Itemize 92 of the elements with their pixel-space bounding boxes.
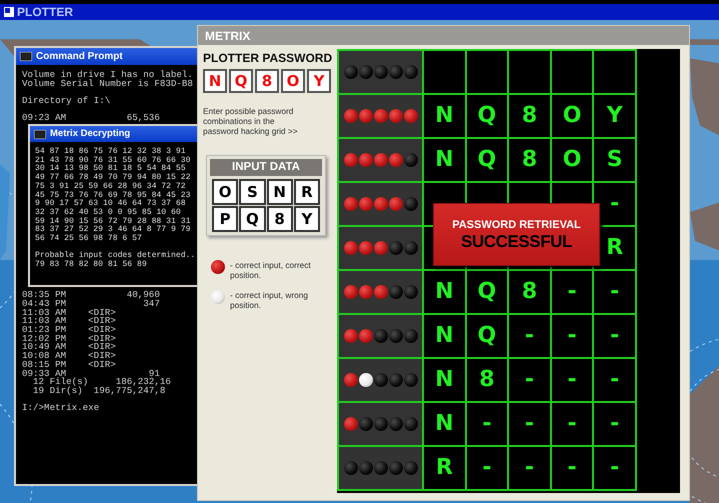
legend-text: - correct input, wrong position. <box>230 290 309 310</box>
console-line: Volume Serial Number is F83D-B8 <box>22 80 193 88</box>
input-key[interactable]: 8 <box>266 206 293 232</box>
console-icon <box>34 130 46 138</box>
console-line: Directory of I:\ <box>22 97 110 106</box>
grid-cell: - <box>593 358 636 402</box>
console-line: 11:03 AM <DIR> <box>22 317 116 326</box>
grid-cell: S <box>593 138 636 182</box>
console-line: Probable input codes determined.. <box>35 252 196 260</box>
console-line: 79 83 78 82 80 81 56 89 <box>35 261 147 270</box>
grid-cell: N <box>423 314 466 358</box>
grid-cell: - <box>593 314 636 358</box>
grid-cell: Q <box>466 138 508 182</box>
grid-cell: - <box>550 446 594 490</box>
grid-cell: - <box>508 402 551 446</box>
input-key[interactable]: S <box>239 179 266 205</box>
grid-cell: Q <box>466 94 508 138</box>
panel-title: METRIX <box>205 30 250 42</box>
password-character: Q <box>229 69 253 93</box>
instructions-text: Enter possible password combinations in the password hacking grid >> <box>203 106 299 136</box>
console-line: 32 37 62 40 53 0 0 95 85 10 60 <box>35 208 181 218</box>
input-key[interactable]: P <box>212 206 238 232</box>
console-line: 09:23 AM 65,536 <box>22 114 160 124</box>
input-key[interactable]: N <box>266 179 293 205</box>
password-character: 8 <box>255 69 279 93</box>
console-line: 11:03 AM <DIR> <box>22 308 116 318</box>
input-key[interactable]: Y <box>294 206 320 232</box>
grid-cell: - <box>508 446 551 490</box>
console-line: 09:33 AM 91 <box>22 370 160 378</box>
banner-title: PASSWORD RETRIEVAL <box>452 220 581 230</box>
grid-cell: O <box>550 94 594 138</box>
input-key[interactable]: O <box>212 179 238 205</box>
grid-cell: - <box>508 358 551 402</box>
grid-cell: 8 <box>508 94 551 138</box>
console-line: 04:43 PM 347 <box>22 300 160 309</box>
grid-cell: - <box>550 358 594 402</box>
grid-cell: Y <box>593 94 636 138</box>
grid-cell: - <box>593 270 636 314</box>
grid-cell: 8 <box>508 270 551 314</box>
grid-cell: N <box>423 270 466 314</box>
console-line: 56 74 25 56 98 78 6 57 <box>35 235 142 244</box>
window-title: Metrix Decrypting <box>50 129 130 139</box>
console-line: 9 90 17 57 63 10 46 64 73 37 68 <box>35 200 186 208</box>
grid-cell: N <box>423 358 466 402</box>
grid-cell: 8 <box>508 138 551 182</box>
input-key[interactable]: R <box>294 179 320 205</box>
password-character: N <box>203 69 227 93</box>
legend-text: - correct input, correct position. <box>230 260 312 280</box>
grid-cell: O <box>550 138 594 182</box>
window-title: Command Prompt <box>36 52 123 62</box>
console-line: 45 75 73 76 76 69 78 95 84 45 23 <box>35 192 190 200</box>
console-line: 01:23 PM <DIR> <box>22 326 116 335</box>
grid-cell: Q <box>466 270 508 314</box>
window-icon <box>4 7 14 17</box>
grid-cell: - <box>593 402 636 446</box>
grid-cell: - <box>550 314 594 358</box>
banner-status: SUCCESSFUL <box>461 232 572 250</box>
console-line: 12 File(s) 186,232,16 <box>33 378 171 387</box>
grid-cell: - <box>466 402 508 446</box>
console-line: 59 14 90 15 56 72 79 28 88 31 31 <box>35 218 190 226</box>
password-character: O <box>281 69 305 93</box>
console-line: 08:15 PM <DIR> <box>22 360 116 370</box>
console-line: 10:08 AM <DIR> <box>22 352 116 361</box>
grid-cell: N <box>423 138 466 182</box>
console-line: 49 77 66 78 49 70 79 94 80 15 22 <box>35 174 190 182</box>
password-label: PLOTTER PASSWORD <box>203 51 332 65</box>
console-line: 30 14 13 98 50 81 18 5 54 84 55 <box>35 165 186 174</box>
console-line: I:/>Metrix.exe <box>22 404 100 414</box>
console-line: 83 37 27 52 29 3 46 64 8 77 9 79 <box>35 226 190 234</box>
console-line: Volume in drive I has no label. <box>22 71 193 80</box>
console-line: 12:02 PM <DIR> <box>22 334 116 344</box>
console-line: 54 87 18 86 75 76 12 32 38 3 91 <box>35 148 186 156</box>
grid-cell: Q <box>466 314 508 358</box>
console-line: 21 43 78 90 76 31 55 60 76 66 30 <box>35 156 190 165</box>
password-character: Y <box>307 69 331 93</box>
grid-cell: N <box>423 94 466 138</box>
app-title: PLOTTER <box>17 6 73 18</box>
grid-cell: - <box>593 446 636 490</box>
grid-cell: R <box>423 446 466 490</box>
grid-cell: 8 <box>466 358 508 402</box>
grid-cell: - <box>550 270 594 314</box>
console-line: 75 3 91 25 59 66 28 96 34 72 72 <box>35 182 186 192</box>
grid-cell: - <box>508 314 551 358</box>
input-key[interactable]: Q <box>239 206 266 232</box>
console-line: 10:49 AM <DIR> <box>22 343 116 352</box>
input-data-header: INPUT DATA <box>210 159 322 176</box>
console-icon <box>20 52 32 61</box>
console-line: 19 Dir(s) 196,775,247,8 <box>32 386 166 396</box>
grid-cell: - <box>466 446 508 490</box>
grid-cell: N <box>423 402 466 446</box>
console-line: 08:35 PM 40,960 <box>22 291 160 300</box>
grid-cell: - <box>550 402 594 446</box>
